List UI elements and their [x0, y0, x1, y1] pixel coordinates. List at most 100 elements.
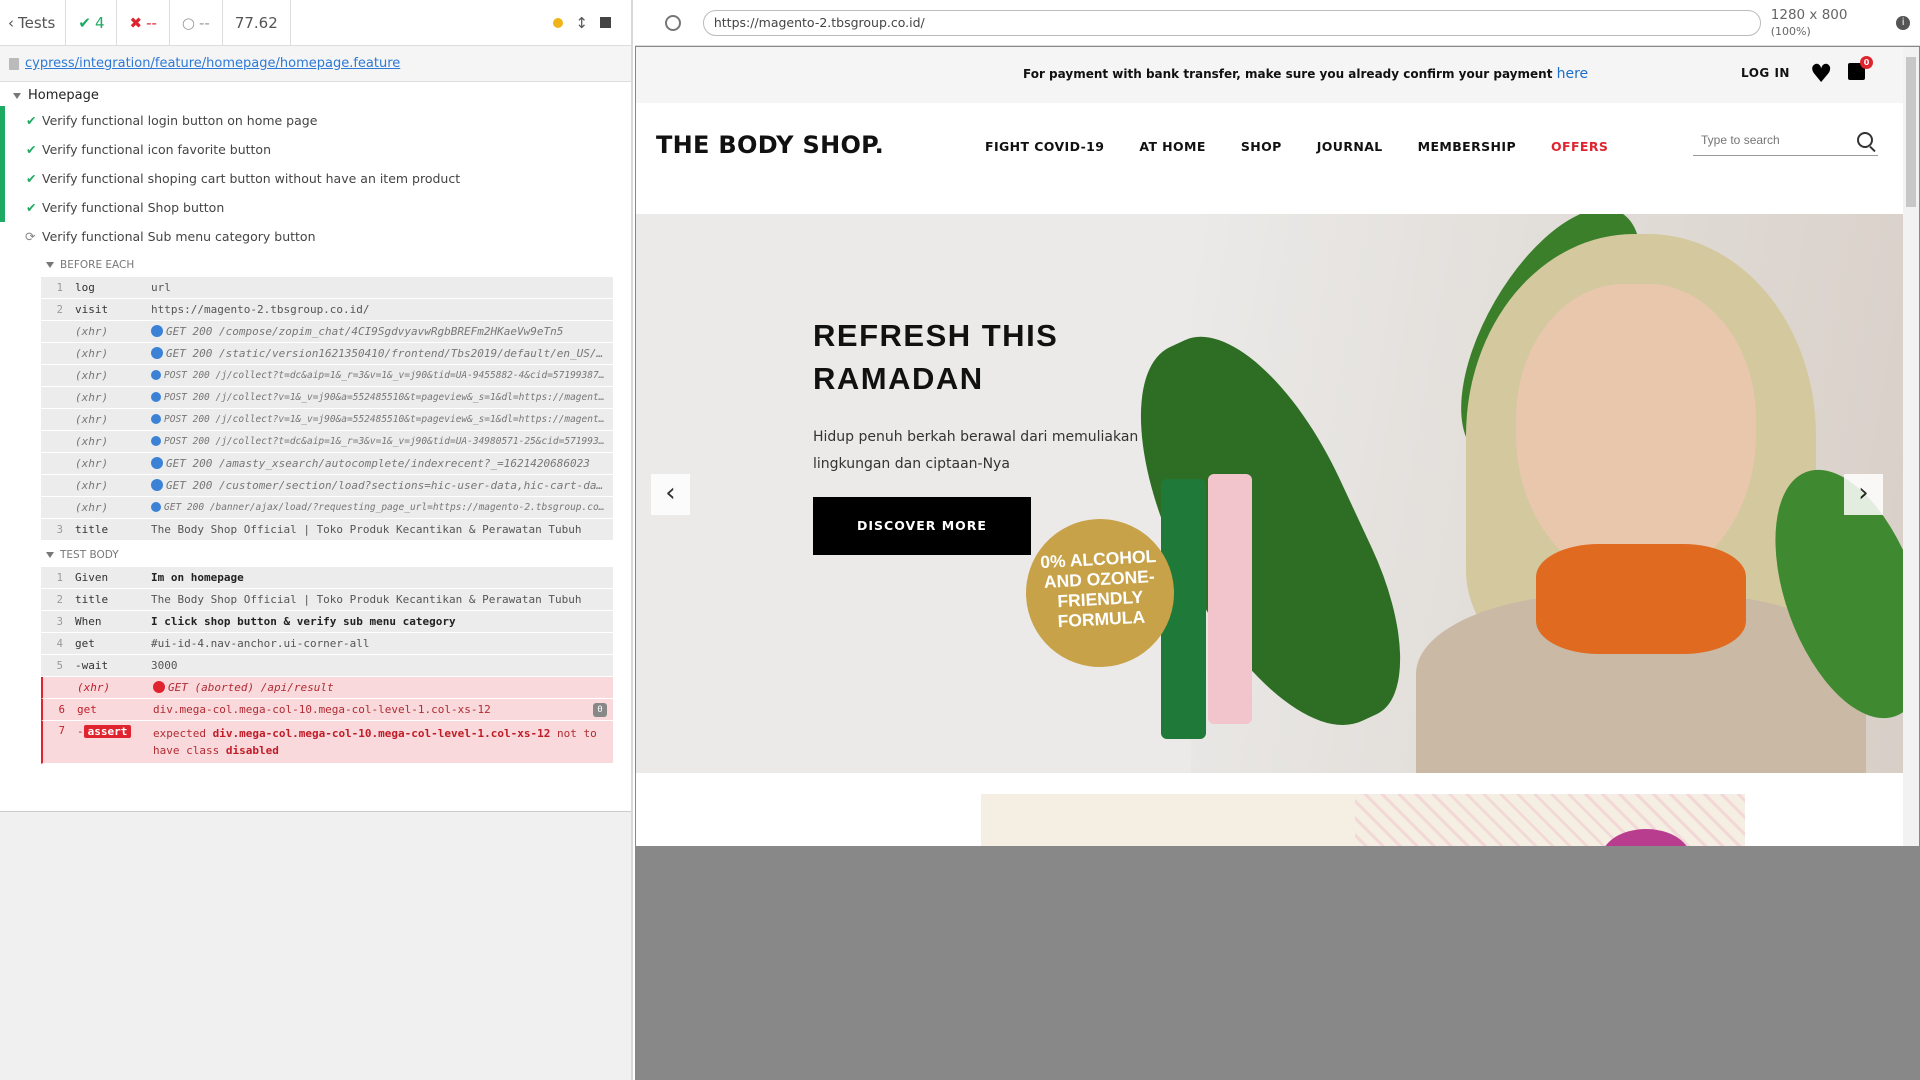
test-item[interactable]: ✔ Verify functional shoping cart button w…: [0, 164, 631, 193]
command-row-xhr[interactable]: (xhr) POST 200 /j/collect?t=dc&aip=1&_r=3…: [41, 365, 613, 387]
xhr-message: GET (aborted) /api/result: [168, 681, 334, 694]
carousel-prev-icon[interactable]: ‹: [651, 474, 690, 515]
heart-icon[interactable]: ♥: [1810, 61, 1832, 86]
command-message: POST 200 /j/collect?t=dc&aip=1&_r=3&v=1&…: [151, 436, 613, 447]
xhr-status-icon: [151, 502, 161, 512]
command-row[interactable]: 1 log url: [41, 277, 613, 299]
command-name: (xhr): [75, 369, 109, 382]
command-name: (xhr): [75, 479, 109, 492]
command-row[interactable]: 3 title The Body Shop Official | Toko Prod…: [41, 519, 613, 541]
command-number: 2: [56, 593, 63, 606]
test-title: Verify functional icon favorite button: [42, 142, 272, 157]
xhr-message: GET 200 /banner/ajax/load/?requesting_pa…: [164, 502, 613, 513]
command-number: 1: [56, 281, 63, 294]
command-name: (xhr): [75, 501, 109, 514]
command-message: GET (aborted) /api/result: [153, 681, 613, 694]
logo[interactable]: THE BODY SHOP.: [656, 131, 884, 159]
element-count-badge: 0: [593, 702, 607, 717]
test-title: Verify functional Sub menu category butt…: [42, 229, 316, 244]
xhr-message: GET 200 /customer/section/load?sections=…: [166, 479, 613, 492]
command-row[interactable]: 4 get #ui-id-4.nav-anchor.ui-corner-all: [41, 633, 613, 655]
suite-title[interactable]: Homepage: [0, 82, 631, 106]
command-row-xhr[interactable]: (xhr) POST 200 /j/collect?v=1&_v=j90&a=55…: [41, 409, 613, 431]
spec-path-link[interactable]: cypress/integration/feature/homepage/hom…: [25, 56, 400, 71]
main-menu: FIGHT COVID-19 AT HOME SHOP JOURNAL MEMB…: [985, 139, 1643, 154]
test-item-running[interactable]: ⟳ Verify functional Sub menu category but…: [0, 222, 631, 251]
menu-item-shop[interactable]: SHOP: [1241, 139, 1282, 154]
passed-count-value: 4: [94, 13, 105, 32]
command-row[interactable]: 2 title The Body Shop Official | Toko Prod…: [41, 589, 613, 611]
test-item[interactable]: ✔ Verify functional login button on home …: [0, 106, 631, 135]
viewport-scale: (100%): [1770, 24, 1811, 38]
selector-playground-icon[interactable]: [665, 14, 681, 31]
file-icon: [9, 57, 19, 70]
xhr-status-icon: [151, 392, 161, 402]
runnable-list: Homepage ✔ Verify functional login button…: [0, 82, 631, 812]
discover-more-button[interactable]: DISCOVER MORE: [813, 497, 1031, 555]
xhr-message: POST 200 /j/collect?t=dc&aip=1&_r=3&v=1&…: [164, 370, 613, 381]
auto-scroll-icon[interactable]: ↕: [575, 14, 588, 32]
command-row-xhr[interactable]: (xhr) GET 200 /amasty_xsearch/autocomplet…: [41, 453, 613, 475]
menu-item[interactable]: JOURNAL: [1317, 139, 1383, 154]
command-name: (xhr): [75, 413, 109, 426]
command-row-xhr[interactable]: (xhr) GET 200 /banner/ajax/load/?requesti…: [41, 497, 613, 519]
test-title: Verify functional login button on home p…: [42, 113, 318, 128]
menu-item[interactable]: MEMBERSHIP: [1418, 139, 1516, 154]
command-message: The Body Shop Official | Toko Produk Kec…: [151, 593, 582, 606]
scrollbar-thumb[interactable]: [1906, 57, 1916, 207]
hero-banner: 0% ALCOHOL AND OZONE-FRIENDLY FORMULA RE…: [636, 214, 1903, 773]
command-row[interactable]: 3 When I click shop button & verify sub me…: [41, 611, 613, 633]
scrollbar[interactable]: [1903, 47, 1919, 846]
command-row-xhr-failed[interactable]: (xhr) GET (aborted) /api/result: [41, 677, 613, 699]
xhr-status-icon: [151, 347, 163, 359]
caret-down-icon: [46, 552, 54, 558]
command-row-xhr[interactable]: (xhr) GET 200 /static/version1621350410/f…: [41, 343, 613, 365]
login-link[interactable]: LOG IN: [1741, 66, 1790, 80]
command-row[interactable]: 1 Given Im on homepage: [41, 567, 613, 589]
carousel-next-icon[interactable]: ›: [1844, 474, 1883, 515]
command-message: div.mega-col.mega-col-10.mega-col-level-…: [153, 703, 491, 716]
tests-back-button[interactable]: ‹ Tests: [0, 0, 67, 46]
url-bar[interactable]: https://magento-2.tbsgroup.co.id/: [702, 9, 1761, 36]
check-icon: ✔: [26, 171, 37, 186]
viewport-info: 1280 x 800 (100%): [1771, 7, 1890, 39]
command-row-xhr[interactable]: (xhr) GET 200 /customer/section/load?sect…: [41, 475, 613, 497]
xhr-status-icon: [151, 414, 161, 424]
command-message: GET 200 /compose/zopim_chat/4CI9Sgdvyavw…: [151, 325, 613, 338]
failed-count-value: --: [146, 13, 157, 32]
reporter-controls: ↕: [553, 14, 631, 32]
command-number: 4: [56, 637, 63, 650]
circle-icon: ○: [181, 13, 195, 32]
site-frame: For payment with bank transfer, make sur…: [636, 47, 1919, 846]
xhr-message: POST 200 /j/collect?v=1&_v=j90&a=5524855…: [164, 414, 613, 425]
test-item[interactable]: ✔ Verify functional icon favorite button: [0, 135, 631, 164]
search-input[interactable]: [1701, 133, 1851, 147]
command-row[interactable]: 2 visit https://magento-2.tbsgroup.co.id/: [41, 299, 613, 321]
chevron-left-icon: ‹: [8, 13, 14, 32]
info-icon[interactable]: i: [1896, 15, 1910, 30]
test-title: Verify functional shoping cart button wi…: [42, 171, 461, 186]
caret-down-icon: [46, 262, 54, 268]
hook-before-each[interactable]: BEFORE EACH: [0, 253, 631, 277]
command-row-xhr[interactable]: (xhr) GET 200 /compose/zopim_chat/4CI9Sgd…: [41, 321, 613, 343]
menu-item[interactable]: FIGHT COVID-19: [985, 139, 1104, 154]
payment-notice: For payment with bank transfer, make sur…: [1023, 66, 1588, 82]
command-row-xhr[interactable]: (xhr) POST 200 /j/collect?t=dc&aip=1&_r=3…: [41, 431, 613, 453]
menu-item[interactable]: AT HOME: [1139, 139, 1205, 154]
command-name: (xhr): [75, 457, 109, 470]
hook-test-body[interactable]: TEST BODY: [0, 543, 631, 567]
model-collar: [1536, 544, 1746, 654]
command-row-xhr[interactable]: (xhr) POST 200 /j/collect?v=1&_v=j90&a=55…: [41, 387, 613, 409]
menu-item-offers[interactable]: OFFERS: [1551, 139, 1608, 154]
spec-bar: cypress/integration/feature/homepage/hom…: [0, 46, 631, 82]
stop-icon[interactable]: [600, 17, 611, 28]
search-box: [1693, 129, 1878, 156]
assert-text: expected: [153, 727, 206, 740]
command-row-assert-failed[interactable]: 7- assert expected div.mega-col.mega-col-1…: [41, 721, 613, 764]
command-row-failed[interactable]: 6 get div.mega-col.mega-col-10.mega-col-le…: [41, 699, 613, 721]
command-name: visit: [75, 303, 109, 316]
command-row[interactable]: 5 -wait 3000: [41, 655, 613, 677]
notice-link[interactable]: here: [1557, 66, 1589, 82]
test-item[interactable]: ✔ Verify functional Shop button: [0, 193, 631, 222]
search-icon[interactable]: [1857, 132, 1873, 148]
